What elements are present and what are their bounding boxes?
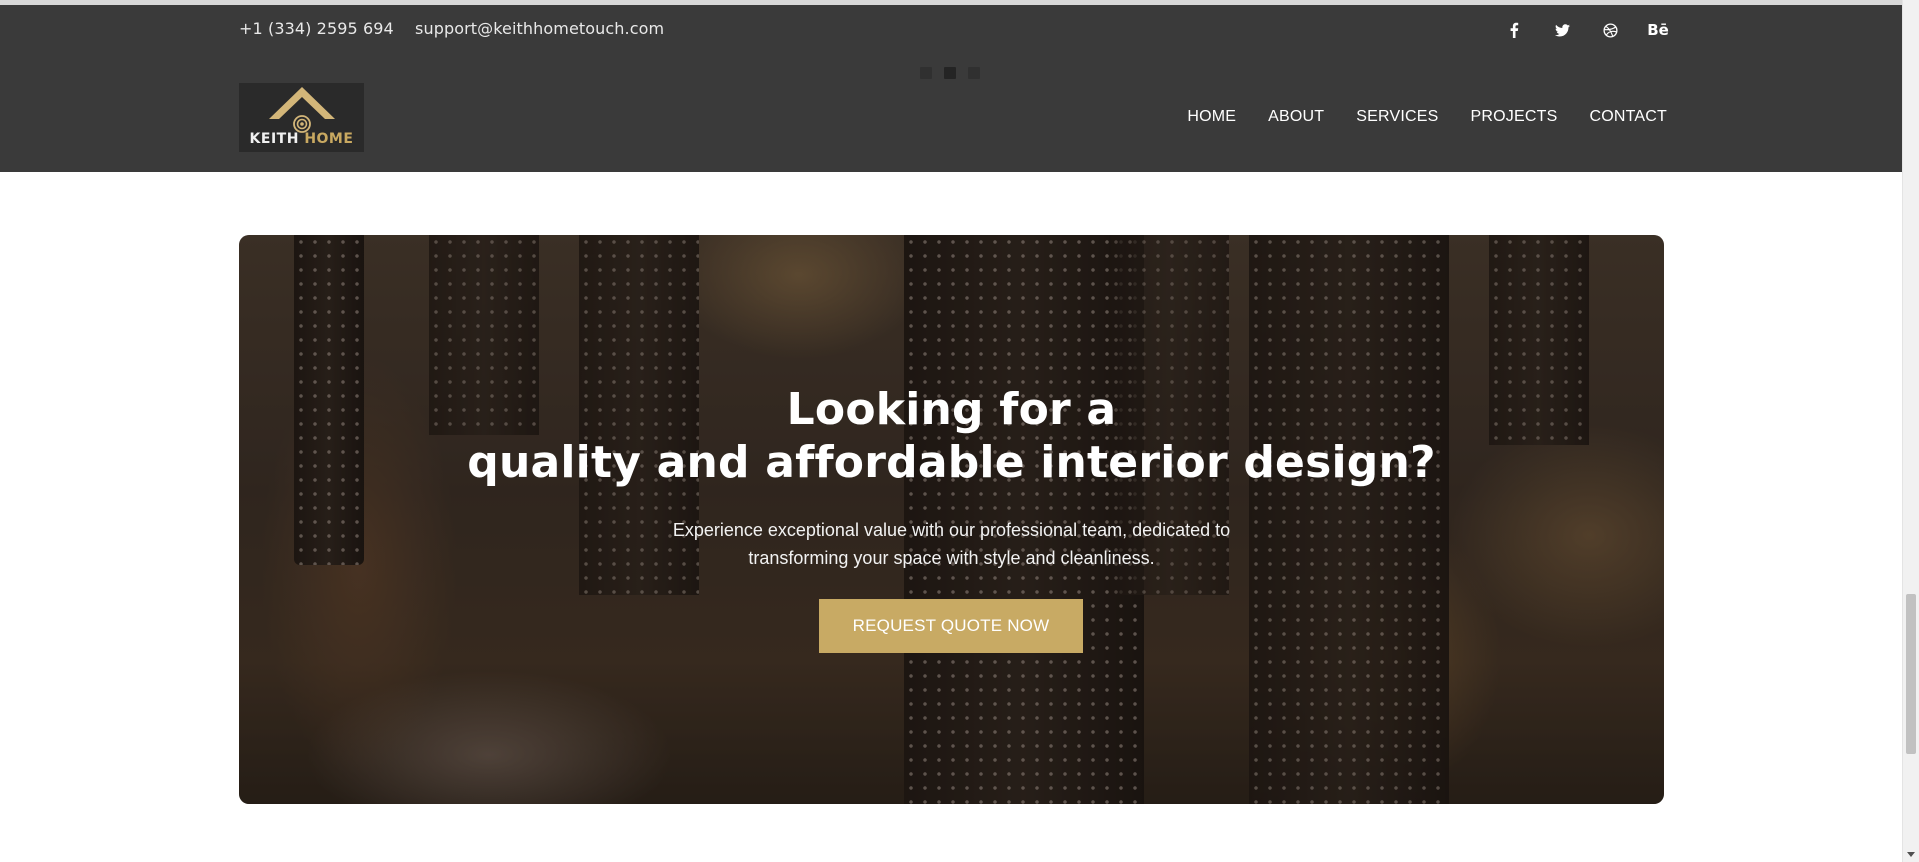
behance-icon[interactable]: Bē [1645,17,1671,43]
nav-contact[interactable]: CONTACT [1589,108,1667,126]
hero-title: Looking for a quality and affordable int… [239,383,1664,489]
slider-dot-active[interactable] [944,67,956,79]
social-links: Bē [1501,17,1671,43]
hero-title-line2: quality and affordable interior design? [467,437,1436,488]
slider-dot[interactable] [968,67,980,79]
nav-services[interactable]: SERVICES [1356,108,1438,126]
hero-content: Looking for a quality and affordable int… [239,235,1664,804]
logo-text: KEITH HOME [250,131,354,147]
scroll-down-arrow-icon[interactable] [1907,852,1915,857]
nav-home[interactable]: HOME [1187,108,1236,126]
page: +1 (334) 2595 694 support@keithhometouch… [0,0,1919,862]
hero-banner: Looking for a quality and affordable int… [239,235,1664,804]
house-logo-icon [268,87,335,133]
scrollbar-thumb[interactable] [1906,594,1916,754]
request-quote-button[interactable]: REQUEST QUOTE NOW [819,599,1083,653]
twitter-icon[interactable] [1549,17,1575,43]
hero-subtitle-line2: transforming your space with style and c… [748,548,1155,568]
topbar-contact: +1 (334) 2595 694 support@keithhometouch… [239,19,680,38]
logo-word-home: HOME [304,131,354,147]
logo[interactable]: KEITH HOME [239,83,364,152]
hero-title-line1: Looking for a [786,384,1117,435]
nav-projects[interactable]: PROJECTS [1471,108,1558,126]
nav-about[interactable]: ABOUT [1268,108,1324,126]
hero-subtitle: Experience exceptional value with our pr… [239,516,1664,572]
phone-number[interactable]: +1 (334) 2595 694 [239,19,394,38]
hero-subtitle-line1: Experience exceptional value with our pr… [672,520,1231,540]
slider-dot[interactable] [920,67,932,79]
site-header: +1 (334) 2595 694 support@keithhometouch… [0,5,1903,172]
email-address[interactable]: support@keithhometouch.com [415,19,664,38]
logo-word-keith: KEITH [249,131,299,147]
page-scrollbar[interactable] [1902,0,1919,862]
dribbble-icon[interactable] [1597,17,1623,43]
slider-dots [920,67,980,79]
main-nav: HOME ABOUT SERVICES PROJECTS CONTACT [1187,108,1667,126]
facebook-icon[interactable] [1501,17,1527,43]
